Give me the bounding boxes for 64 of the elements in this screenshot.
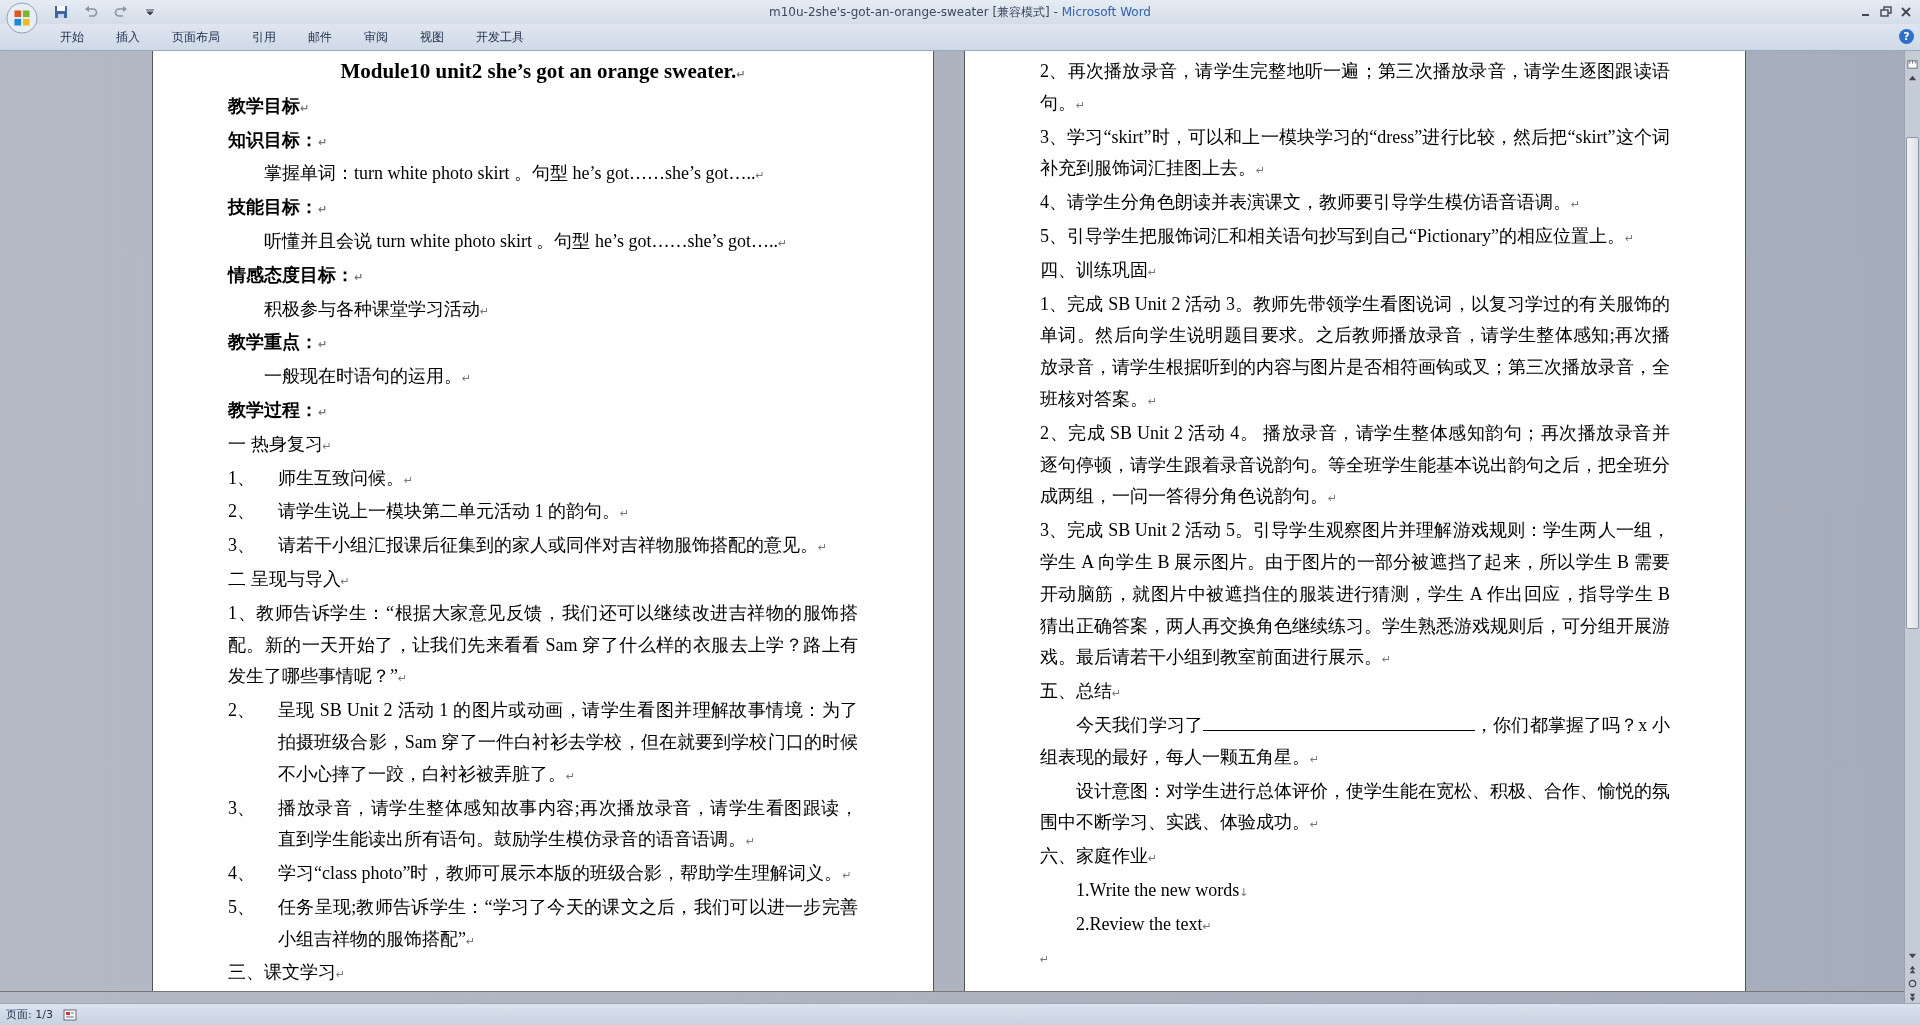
paragraph: 4、请学生分角色朗读并表演课文，教师要引导学生模仿语音语调。↵ — [1040, 191, 1582, 215]
paragraph: 2.Review the text↵ — [1075, 912, 1213, 936]
scrollbar-thumb[interactable] — [1906, 136, 1919, 629]
ribbon-tab[interactable]: 邮件 — [292, 27, 348, 47]
paragraph: 一 热身复习↵ — [228, 432, 333, 456]
list-item-text: 请学生说上一模块第二单元活动 1 的韵句。↵ — [278, 500, 631, 524]
paragraph: 2、完成 SB Unit 2 活动 4。 播放录音，请学生整体感知韵句；再次播放录音并逐句停顿，请学生跟着录音说韵句。等全班学生能基本说出韵句之后，把全班分成两组，一问一答得分角色说韵句。↵ — [1040, 421, 1670, 509]
restore-icon[interactable] — [1880, 6, 1892, 18]
select-browse-object-icon[interactable] — [1907, 978, 1918, 989]
section-heading: 教学过程：↵ — [228, 398, 329, 422]
ruler-icon[interactable] — [1907, 58, 1918, 70]
paragraph: 1、完成 SB Unit 2 活动 3。教师先带领学生看图说词，以复习学过的有关服饰的单词。然后向学生说明题目要求。之后教师播放录音，请学生整体感知;再次播放录音，请学生根据听到的内容与图片是否相符画钩或叉；第三次播放录音，全班核对答案。↵ — [1040, 292, 1670, 411]
paragraph-mark: ↵ — [1040, 953, 1050, 967]
ribbon-tab[interactable]: 视图 — [404, 27, 460, 47]
section-heading: 知识目标：↵ — [228, 128, 329, 152]
section-heading: 技能目标：↵ — [228, 196, 329, 220]
document-icon[interactable] — [62, 1008, 77, 1021]
previous-page-icon[interactable] — [1907, 964, 1918, 975]
paragraph: 3、完成 SB Unit 2 活动 5。引导学生观察图片并理解游戏规则：学生两人一组，学生 A 向学生 B 展示图片。由于图片的一部分被遮挡了起来，所以学生 B 需要开动脑筋，就图片中被遮挡住的服装进行猜测，学生 A 作出回应，指导学生 B 猜出正确答案，两人再交换角色继续练习。学生熟悉游戏规则后，可分组开展游戏。最后请若干小组到教室前面进行展示。↵ — [1040, 519, 1670, 670]
list-number: 1、 — [228, 466, 256, 490]
paragraph: 三、课文学习↵ — [228, 961, 347, 985]
paragraph: 一般现在时语句的运用。↵ — [263, 365, 473, 389]
list-item-text: 呈现 SB Unit 2 活动 1 的图片或动画，请学生看图并理解故事情境：为了拍摄班级合影，Sam 穿了一件白衬衫去学校，但在就要到学校门口的时候不小心摔了一跤，白衬衫被弄脏了。↵ — [278, 699, 858, 786]
paragraph: 积极参与各种课堂学习活动↵ — [263, 297, 491, 321]
ribbon-tab[interactable]: 插入 — [100, 27, 156, 47]
paragraph: 设计意图：对学生进行总体评价，使学生能在宽松、积极、合作、愉悦的氛围中不断学习、实践、体验成功。↵ — [1040, 779, 1670, 835]
paragraph: 六、家庭作业↵ — [1040, 845, 1159, 869]
list-item-text: 学习“class photo”时，教师可展示本版的班级合影，帮助学生理解词义。↵ — [278, 862, 853, 886]
ribbon-tab[interactable]: 开始 — [44, 27, 100, 47]
list-number: 2、 — [228, 699, 256, 723]
paragraph: 3、学习“skirt”时，可以和上一模块学习的“dress”进行比较，然后把“skirt”这个词补充到服饰词汇挂图上去。↵ — [1040, 125, 1670, 181]
list-number: 3、 — [228, 796, 256, 820]
ribbon-tab[interactable]: 引用 — [236, 27, 292, 47]
document-title: Module10 unit2 she’s got an orange sweater.↵ — [339, 57, 747, 85]
section-heading: 教学重点：↵ — [228, 331, 329, 355]
ribbon-tab[interactable]: 页面布局 — [156, 27, 236, 47]
paragraph: 听懂并且会说 turn white photo skirt 。句型 he’s got……she’s got…..↵ — [263, 229, 789, 253]
list-item-text: 播放录音，请学生整体感知故事内容;再次播放录音，请学生看图跟读，直到学生能读出所有语句。鼓励学生模仿录音的语音语调。↵ — [278, 796, 858, 852]
page-indicator[interactable]: 页面: 1/3 — [6, 1007, 53, 1022]
paragraph: 掌握单词：turn white photo skirt 。句型 he’s got……she’s got…..↵ — [263, 162, 766, 186]
ribbon-tab[interactable]: 开发工具 — [460, 27, 540, 47]
list-item-text: 请若干小组汇报课后征集到的家人或同伴对吉祥物服饰搭配的意见。↵ — [278, 534, 829, 558]
list-number: 4、 — [228, 862, 256, 886]
paragraph: 5、引导学生把服饰词汇和相关语句抄写到自己“Pictionary”的相应位置上。↵ — [1040, 224, 1636, 248]
close-icon[interactable] — [1900, 6, 1912, 18]
list-item-text: 师生互致问候。↵ — [278, 466, 415, 490]
save-icon[interactable] — [54, 5, 68, 19]
paragraph: 二 呈现与导入↵ — [228, 567, 351, 591]
section-heading: 教学目标↵ — [228, 94, 311, 118]
list-number: 3、 — [228, 534, 256, 558]
help-button[interactable]: ? — [1899, 29, 1914, 45]
paragraph: 1、教师告诉学生：“根据大家意见反馈，我们还可以继续改进吉祥物的服饰搭配。新的一天开始了，让我们先来看看 Sam 穿了什么样的衣服去上学？路上有发生了哪些事情呢？”↵ — [228, 601, 858, 689]
paragraph: 四、训练巩固↵ — [1040, 258, 1159, 282]
section-heading: 情感态度目标：↵ — [228, 263, 365, 287]
paragraph: 1.Write the new words↓ — [1075, 878, 1250, 902]
paragraph: 今天我们学习了 ，你们都掌握了吗？x 小组表现的最好，每人一颗五角星。↵ — [1040, 709, 1670, 776]
window-title: m10u-2she's-got-an-orange-sweater [兼容模式] - Microsoft Word — [769, 4, 1151, 21]
list-number: 5、 — [228, 895, 256, 919]
paragraph: 五、总结↵ — [1040, 680, 1123, 704]
list-number: 2、 — [228, 500, 256, 524]
paragraph: 2、再次播放录音，请学生完整地听一遍；第三次播放录音，请学生逐图跟读语句。↵ — [1040, 59, 1670, 115]
dropdown-icon[interactable] — [146, 8, 154, 16]
ribbon-tab[interactable]: 审阅 — [348, 27, 404, 47]
list-item-text: 任务呈现;教师告诉学生：“学习了今天的课文之后，我们可以进一步完善小组吉祥物的服饰搭配”↵ — [278, 895, 858, 951]
